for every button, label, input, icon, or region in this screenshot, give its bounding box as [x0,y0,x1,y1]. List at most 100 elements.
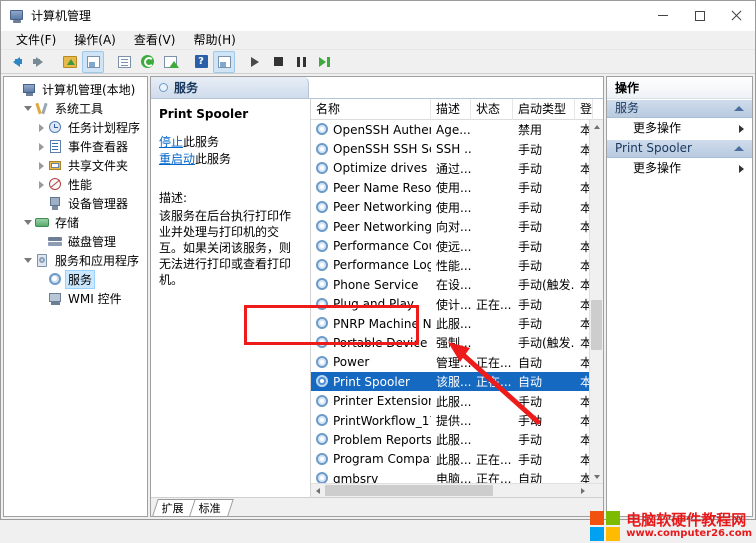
chevron-right-icon[interactable] [34,156,48,175]
export-list-icon[interactable] [159,51,181,73]
maximize-button[interactable] [681,1,718,30]
pause-service-icon[interactable] [290,51,312,73]
show-hide-tree-icon[interactable] [82,50,104,73]
table-row[interactable]: Peer Networking Identity ...向对...手动本 [311,217,603,236]
table-row[interactable]: PrintWorkflow_1735b7f3提供...手动本 [311,411,603,430]
actions-print-spooler-more[interactable]: 更多操作 [607,158,752,179]
table-row[interactable]: Print Spooler 该服... 正在... 自动本 [311,372,603,392]
service-name-label: OpenSSH Authentication ... [333,122,431,137]
tree-item-4[interactable]: 共享文件夹 [4,156,147,175]
vertical-scroll-thumb[interactable] [591,300,602,350]
tree-item-11[interactable]: WMI 控件 [4,289,147,308]
restart-service-icon[interactable] [313,51,335,73]
help-glyph: ? [194,55,208,68]
service-status-cell: 正在... [476,355,512,370]
properties-icon[interactable] [113,51,135,73]
tree-item-label: 计算机管理(本地) [42,83,136,97]
service-name-cell: Printer Extensions and Not... [311,394,431,408]
tree-item-10[interactable]: 服务 [4,270,147,289]
tree-item-7[interactable]: 存储 [4,213,147,232]
horizontal-scroll-thumb[interactable] [325,485,493,496]
service-startup-cell: 手动 [518,161,543,176]
table-row[interactable]: Plug and Play 使计... 正在... 手动本 [311,295,603,314]
menu-action[interactable]: 操作(A) [65,31,125,50]
tree-item-3[interactable]: 事件查看器 [4,137,147,156]
table-row[interactable]: Performance Counter DLL ...使远...手动本 [311,236,603,255]
chevron-right-icon[interactable] [34,137,48,156]
scroll-right-arrow-icon[interactable] [576,484,589,497]
service-name-label: PrintWorkflow_1735b7f3 [333,413,431,428]
console-tree[interactable]: 计算机管理(本地) 系统工具 任务计划程序 事件查看器 共享文件夹 性能 设备管理器 存储 磁盘… [3,76,148,517]
table-row[interactable]: Power 管理... 正在... 自动本 [311,353,603,372]
service-description-cell: SSH ... [436,142,471,157]
forward-icon[interactable] [28,51,50,73]
tree-item-5[interactable]: 性能 [4,175,147,194]
wmi-icon [48,291,63,306]
scroll-up-arrow-icon[interactable] [590,120,603,133]
scroll-down-arrow-icon[interactable] [590,470,603,483]
column-status[interactable]: 状态 [471,98,513,120]
table-row[interactable]: Peer Name Resolution Pro...使用...手动本 [311,178,603,197]
service-description-cell: 电脑... [436,472,471,483]
stop-service-link[interactable]: 停止 [159,135,183,149]
table-row[interactable]: Optimize drives 通过... 手动本 [311,159,603,178]
table-row[interactable]: OpenSSH Authentication ...Age...禁用本 [311,120,603,139]
services-rows[interactable]: OpenSSH Authentication ...Age...禁用本OpenS… [311,120,603,483]
table-row[interactable]: PNRP Machine Name Publ...此服...手动本 [311,314,603,333]
service-name-label: Peer Name Resolution Pro... [333,180,431,195]
chevron-down-icon[interactable] [21,99,35,118]
table-row[interactable]: Peer Networking Grouping使用...手动本 [311,198,603,217]
tab-standard[interactable]: 标准 [189,499,234,516]
table-row[interactable]: Performance Logs & Alerts性能...手动本 [311,256,603,275]
back-icon[interactable] [5,51,27,73]
column-logon-as[interactable]: 登 [575,98,593,120]
services-vertical-scrollbar[interactable] [589,120,603,483]
tree-item-1[interactable]: 系统工具 [4,99,147,118]
tree-item-2[interactable]: 任务计划程序 [4,118,147,137]
service-name-cell: Performance Logs & Alerts [311,258,431,272]
table-row[interactable]: Program Compatibility Assi... 此服... 正在... 手… [311,450,603,469]
scroll-left-arrow-icon[interactable] [311,484,324,497]
start-service-icon[interactable] [244,51,266,73]
table-row[interactable]: OpenSSH SSH ServerSSH ...手动本 [311,139,603,158]
tree-item-8[interactable]: 磁盘管理 [4,232,147,251]
table-row[interactable]: qmbsrv 电脑... 正在... 自动本 [311,469,603,483]
table-row[interactable]: Phone Service在设...手动(触发...本 [311,275,603,294]
tree-item-6[interactable]: 设备管理器 [4,194,147,213]
chevron-down-icon[interactable] [21,213,35,232]
table-row[interactable]: Portable Device Enumerat... 强制... 手动(触发...… [311,333,603,352]
actions-group-services[interactable]: 服务 [607,99,752,118]
column-description[interactable]: 描述 [431,98,471,120]
service-icon [316,355,329,369]
chevron-right-icon[interactable] [34,118,48,137]
help-icon[interactable]: ? [190,51,212,73]
service-startup-cell: 手动(触发... [518,278,575,293]
restart-service-link[interactable]: 重启动 [159,152,195,166]
chevron-right-icon[interactable] [34,175,48,194]
menu-file[interactable]: 文件(F) [7,31,65,50]
refresh-icon[interactable] [136,51,158,73]
service-icon [316,375,329,388]
table-row[interactable]: Problem Reports Control P...此服...手动本 [311,430,603,449]
menu-view[interactable]: 查看(V) [125,31,185,50]
tree-item-0[interactable]: 计算机管理(本地) [4,80,147,99]
services-tab[interactable]: 服务 [151,77,309,99]
minimize-button[interactable] [644,1,681,30]
actions-services-more[interactable]: 更多操作 [607,118,752,139]
window-body: 计算机管理(本地) 系统工具 任务计划程序 事件查看器 共享文件夹 性能 设备管理器 存储 磁盘… [1,74,755,519]
show-action-pane-icon[interactable] [213,50,235,73]
chevron-up-icon-2[interactable] [734,146,744,151]
tree-item-9[interactable]: 服务和应用程序 [4,251,147,270]
column-startup-type[interactable]: 启动类型 [513,98,575,120]
table-row[interactable]: Printer Extensions and Not...此服...手动本 [311,391,603,410]
up-folder-icon[interactable] [59,51,81,73]
close-button[interactable] [718,1,755,30]
menu-help[interactable]: 帮助(H) [184,31,244,50]
chevron-up-icon[interactable] [734,106,744,111]
services-horizontal-scrollbar[interactable] [311,483,603,497]
stop-service-icon[interactable] [267,51,289,73]
column-name[interactable]: 名称 [311,98,431,120]
actions-group-print-spooler[interactable]: Print Spooler [607,139,752,158]
chevron-down-icon[interactable] [21,251,35,270]
